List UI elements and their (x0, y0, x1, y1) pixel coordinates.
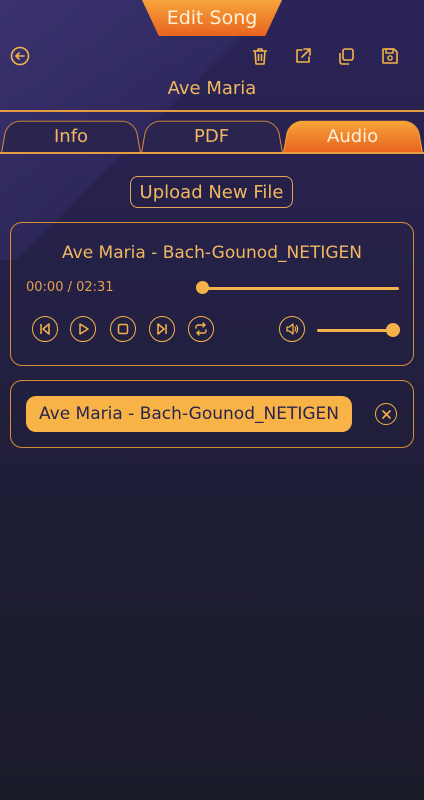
audio-player: Ave Maria - Bach-Gounod_NETIGEN 00:00 / … (10, 222, 414, 366)
skip-previous-icon (40, 323, 50, 335)
save-icon (382, 48, 398, 64)
tab-bar: Info PDF Audio (0, 120, 424, 154)
back-button[interactable] (8, 44, 32, 68)
progress-knob[interactable] (196, 281, 209, 294)
skip-next-button[interactable] (149, 316, 175, 342)
duplicate-button[interactable] (334, 44, 358, 68)
tab-divider (0, 152, 424, 154)
play-button[interactable] (70, 316, 96, 342)
trash-icon (253, 48, 267, 65)
tab-info[interactable]: Info (1, 120, 141, 153)
screen-title: Edit Song (166, 7, 258, 29)
repeat-icon (195, 322, 207, 336)
share-icon (296, 48, 311, 63)
tab-info-label: Info (53, 126, 89, 147)
back-icon (10, 46, 30, 66)
stop-icon (117, 323, 129, 335)
volume-icon (286, 323, 299, 335)
save-button[interactable] (378, 44, 402, 68)
volume-button[interactable] (279, 316, 305, 342)
player-track-title: Ave Maria - Bach-Gounod_NETIGEN (62, 243, 362, 263)
volume-slider[interactable] (317, 329, 395, 332)
copy-icon (339, 48, 354, 65)
tab-audio[interactable]: Audio (283, 120, 423, 153)
attached-file-card: Ave Maria - Bach-Gounod_NETIGEN (10, 380, 414, 448)
play-icon (79, 323, 89, 335)
skip-next-icon (157, 323, 167, 335)
upload-new-file-button[interactable]: Upload New File (130, 176, 293, 208)
skip-previous-button[interactable] (32, 316, 58, 342)
time-display: 00:00 / 02:31 (26, 280, 114, 295)
header-divider (0, 110, 424, 112)
tab-audio-label: Audio (327, 126, 379, 147)
song-title: Ave Maria (167, 78, 257, 99)
tab-pdf[interactable]: PDF (141, 120, 283, 153)
remove-file-button[interactable] (375, 403, 397, 425)
attached-file-name[interactable]: Ave Maria - Bach-Gounod_NETIGEN (26, 396, 352, 432)
screen-title-tab: Edit Song (142, 0, 282, 36)
volume-knob[interactable] (386, 323, 400, 337)
delete-button[interactable] (248, 44, 272, 68)
share-button[interactable] (291, 44, 315, 68)
close-icon (381, 409, 391, 419)
stop-button[interactable] (110, 316, 136, 342)
tab-pdf-label: PDF (194, 126, 230, 147)
repeat-button[interactable] (188, 316, 214, 342)
progress-slider[interactable] (201, 287, 399, 290)
